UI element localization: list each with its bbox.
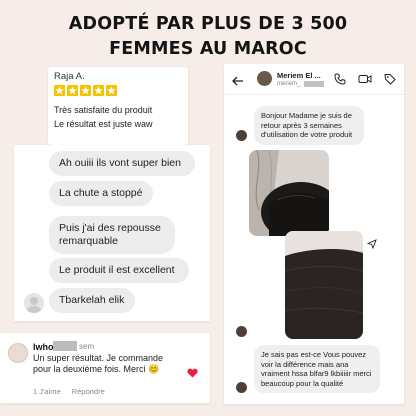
comment-card: lwho sem Un super résultat. Je commande …: [0, 333, 210, 403]
hair-photo-before[interactable]: [249, 150, 329, 236]
star-icon: [54, 85, 65, 96]
review-text: Très satisfaite du produit Le résultat e…: [54, 103, 182, 131]
avatar: [236, 130, 247, 141]
chat-message: Tbarkelah elik: [49, 288, 135, 313]
comment-meta: 1 J'aime Répondre: [33, 387, 114, 396]
contact-name[interactable]: Meriem El ...: [277, 71, 321, 80]
review-line-2: Le résultat est juste waw: [54, 119, 153, 129]
likes-count[interactable]: 1 J'aime: [33, 387, 61, 396]
chat-card: Ah ouiii ils vont super bien La chute a …: [14, 145, 210, 321]
redaction-bar: [304, 81, 324, 87]
contact-handle: meriem_: [277, 81, 301, 87]
comment-time: sem: [79, 342, 95, 351]
dm-message: Bonjour Madame je suis de retour après 3…: [254, 106, 364, 145]
star-icon: [93, 85, 104, 96]
comment-username[interactable]: lwho: [33, 342, 54, 352]
hair-photo-after[interactable]: [285, 231, 363, 339]
avatar: [236, 382, 247, 393]
dm-screenshot: Meriem El ... meriem_ Bonjour Madame je …: [224, 64, 404, 404]
review-line-1: Très satisfaite du produit: [54, 105, 153, 115]
share-icon[interactable]: [366, 236, 377, 254]
dm-message: Je sais pas est-ce Vous pouvez voir la d…: [254, 345, 380, 393]
redaction-bar: [53, 341, 77, 351]
back-arrow-icon[interactable]: [232, 73, 244, 91]
star-rating: [54, 85, 182, 96]
avatar[interactable]: [8, 343, 28, 363]
video-icon[interactable]: [358, 72, 372, 90]
header-divider: [224, 94, 404, 95]
reviewer-name: Raja A.: [54, 71, 85, 82]
chat-message: Ah ouiii ils vont super bien: [49, 151, 195, 176]
avatar[interactable]: [257, 71, 272, 86]
headline-line-1: ADOPTÉ PAR PLUS DE 3 500: [68, 14, 348, 34]
star-icon: [80, 85, 91, 96]
star-icon: [67, 85, 78, 96]
tag-icon[interactable]: [384, 72, 396, 90]
chat-message: Le produit il est excellent: [49, 258, 189, 283]
comment-text: Un super résultat. Je commande pour la d…: [33, 353, 164, 374]
chat-message: La chute a stoppé: [49, 181, 153, 206]
chat-message: Puis j'ai des repousse remarquable: [49, 216, 175, 254]
headline: ADOPTÉ PAR PLUS DE 3 500 FEMMES AU MAROC: [0, 12, 416, 62]
user-avatar-icon: [24, 293, 44, 313]
heart-icon[interactable]: [187, 365, 198, 383]
avatar: [236, 326, 247, 337]
reply-link[interactable]: Répondre: [72, 387, 105, 396]
phone-icon[interactable]: [334, 72, 346, 90]
star-icon: [106, 85, 117, 96]
headline-line-2: FEMMES AU MAROC: [109, 39, 307, 59]
review-card: Raja A. Très satisfaite du produit Le ré…: [48, 67, 188, 145]
